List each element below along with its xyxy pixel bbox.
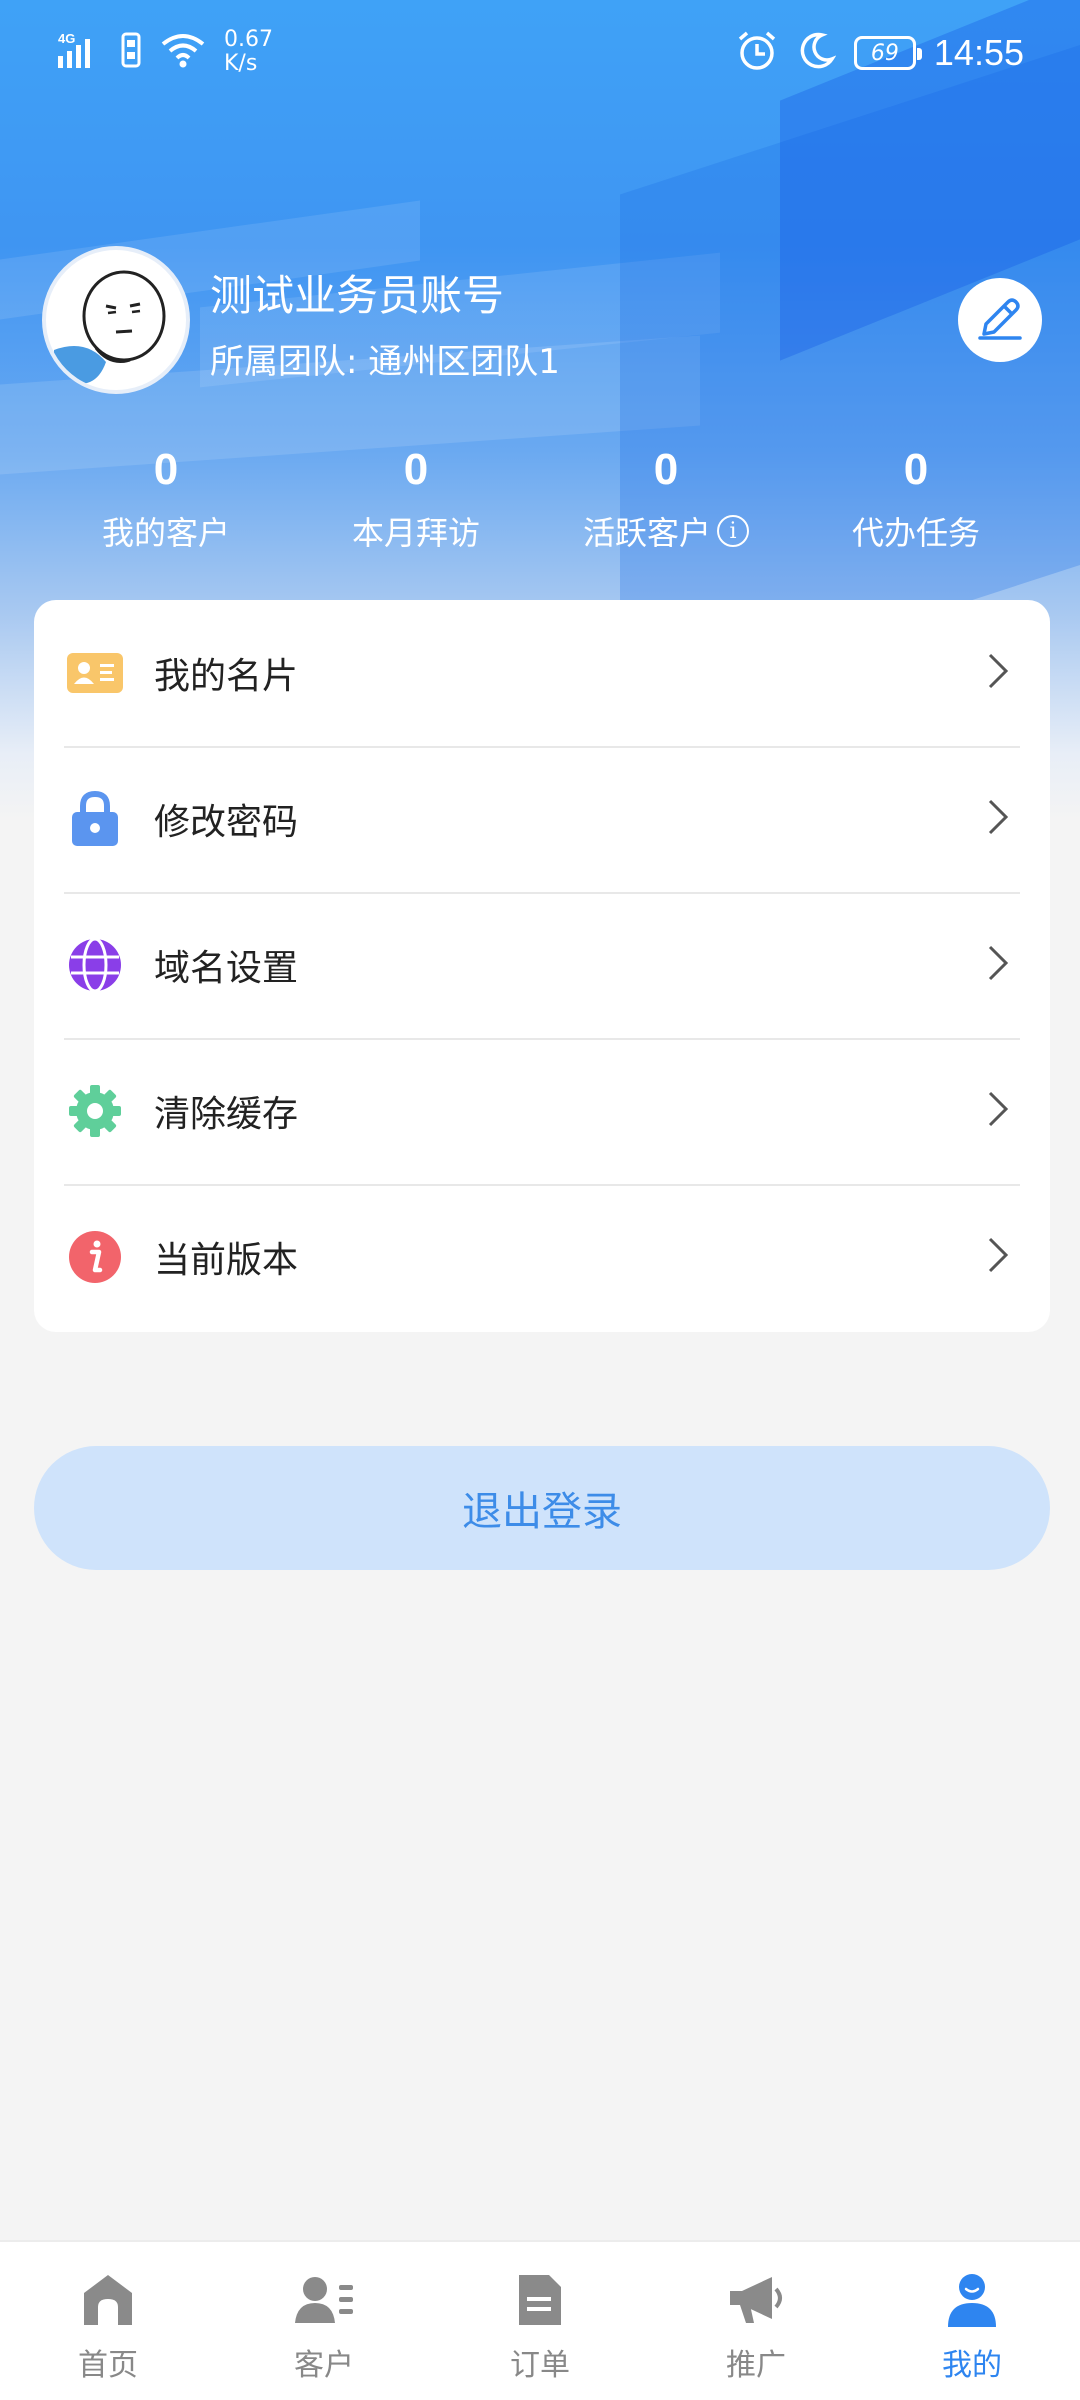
- menu-item-label: 域名设置: [154, 948, 299, 989]
- moon-icon: [796, 31, 837, 75]
- svg-text:4G: 4G: [58, 31, 75, 46]
- logout-button[interactable]: 退出登录: [34, 1446, 1050, 1570]
- user-name: 测试业务员账号: [210, 271, 505, 320]
- stat-value: 0: [403, 445, 429, 494]
- alarm-icon: [736, 30, 778, 76]
- settings-menu-card: 我的名片 修改密码 域名设置 清除缓存 当前版本: [34, 600, 1050, 1332]
- stat-label: 代办任务: [851, 514, 980, 552]
- status-bar: 4G 0.67 K/s 69 14:55: [0, 0, 1080, 110]
- user-team: 所属团队: 通州区团队1: [210, 342, 560, 382]
- business-card-icon: [64, 642, 126, 704]
- stats-row: 0 我的客户 0 本月拜访 0 活跃客户 i 0 代办任务: [0, 440, 1080, 560]
- nav-label: 客户: [294, 2348, 354, 2383]
- stat-value: 0: [653, 445, 679, 494]
- lock-icon: [64, 788, 126, 850]
- stat-label: 活跃客户: [582, 514, 711, 552]
- nav-label: 首页: [78, 2348, 138, 2383]
- edit-profile-button[interactable]: [958, 278, 1042, 362]
- wifi-icon: [160, 30, 206, 74]
- battery-indicator: 69: [853, 36, 922, 70]
- signal-icon: 4G: [56, 30, 102, 74]
- chevron-right-icon: [986, 943, 1010, 987]
- avatar[interactable]: [42, 246, 190, 394]
- sim-icon: [120, 30, 142, 74]
- stat-my-customers[interactable]: 0 我的客户: [41, 440, 291, 554]
- nav-orders[interactable]: 订单: [460, 2268, 620, 2384]
- nav-label: 推广: [726, 2348, 786, 2383]
- bottom-nav: 首页 客户 订单 推广 我的: [0, 2240, 1080, 2400]
- nav-promotion[interactable]: 推广: [676, 2268, 836, 2384]
- clock: 14:55: [933, 32, 1024, 73]
- order-icon: [508, 2268, 572, 2332]
- stat-monthly-visits[interactable]: 0 本月拜访: [291, 440, 541, 554]
- nav-label: 我的: [942, 2348, 1002, 2383]
- nav-label: 订单: [510, 2348, 570, 2383]
- network-speed: 0.67 K/s: [224, 27, 273, 76]
- stat-active-customers[interactable]: 0 活跃客户 i: [541, 440, 791, 554]
- menu-item-label: 修改密码: [154, 802, 299, 843]
- stat-pending-tasks[interactable]: 0 代办任务: [791, 440, 1041, 554]
- chevron-right-icon: [986, 651, 1010, 695]
- nav-mine[interactable]: 我的: [892, 2268, 1052, 2384]
- menu-item-current-version[interactable]: 当前版本: [64, 1184, 1020, 1330]
- menu-item-business-card[interactable]: 我的名片: [64, 600, 1020, 746]
- chevron-right-icon: [986, 797, 1010, 841]
- menu-item-domain-settings[interactable]: 域名设置: [64, 892, 1020, 1038]
- gear-icon: [64, 1080, 126, 1142]
- info-icon[interactable]: i: [717, 515, 749, 547]
- menu-item-label: 清除缓存: [154, 1094, 299, 1135]
- stat-value: 0: [153, 445, 179, 494]
- chevron-right-icon: [986, 1089, 1010, 1133]
- menu-item-clear-cache[interactable]: 清除缓存: [64, 1038, 1020, 1184]
- stat-label: 本月拜访: [351, 514, 480, 552]
- menu-item-change-password[interactable]: 修改密码: [64, 746, 1020, 892]
- chevron-right-icon: [986, 1235, 1010, 1279]
- globe-icon: [64, 934, 126, 996]
- megaphone-icon: [724, 2268, 788, 2332]
- profile-icon: [940, 2268, 1004, 2332]
- nav-customers[interactable]: 客户: [244, 2268, 404, 2384]
- info-icon: [64, 1226, 126, 1288]
- stat-label: 我的客户: [101, 514, 230, 552]
- menu-item-label: 我的名片: [154, 656, 299, 697]
- nav-home[interactable]: 首页: [28, 2268, 188, 2384]
- pencil-icon: [974, 292, 1026, 348]
- home-icon: [76, 2268, 140, 2332]
- stat-value: 0: [903, 445, 929, 494]
- menu-item-label: 当前版本: [154, 1240, 299, 1281]
- customers-icon: [292, 2268, 356, 2332]
